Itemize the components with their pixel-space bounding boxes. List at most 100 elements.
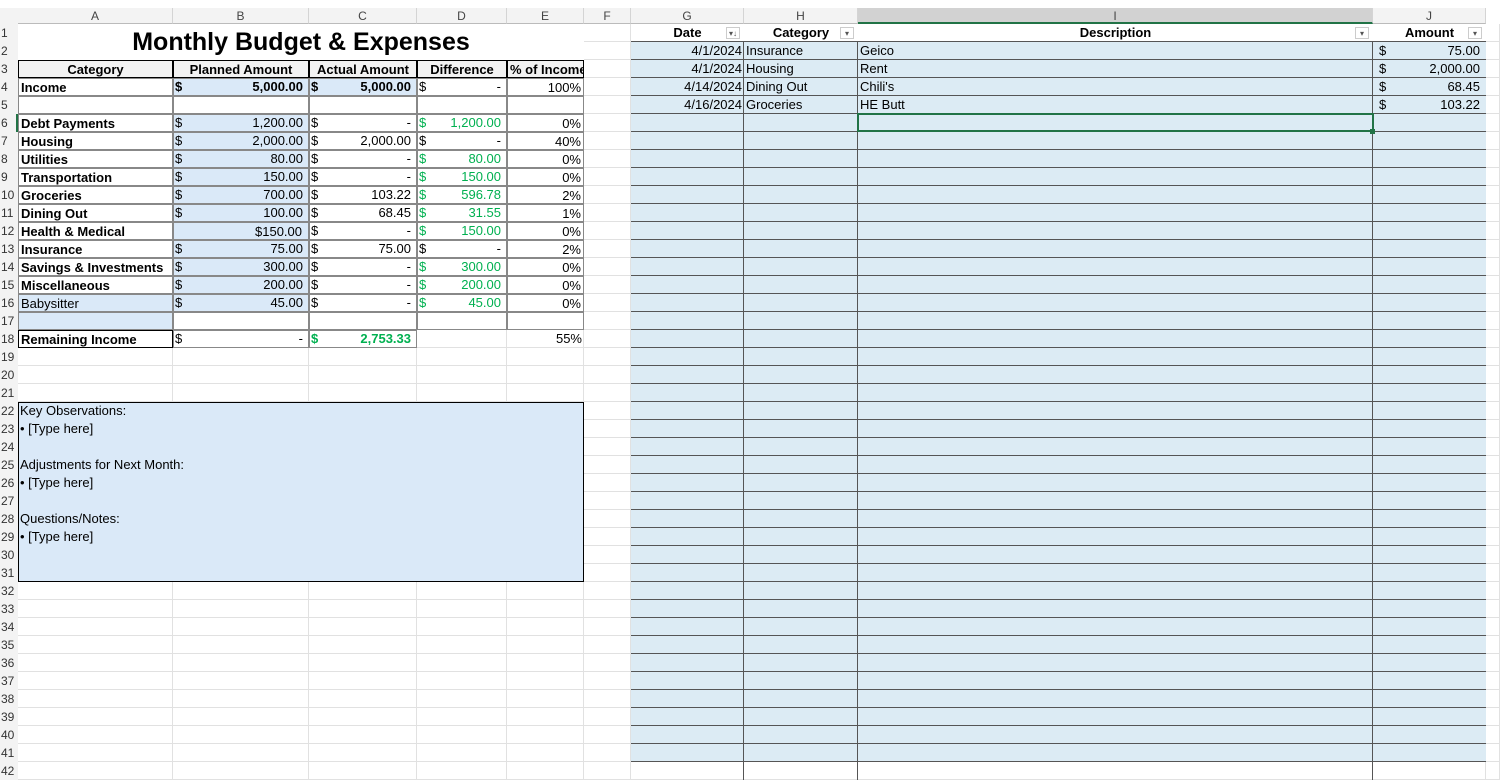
planned-amount[interactable]: 75.00 bbox=[193, 240, 309, 258]
difference-currency[interactable]: $ bbox=[417, 258, 437, 276]
row-header[interactable]: 25 bbox=[0, 456, 18, 474]
actual-amount-currency[interactable]: $ bbox=[309, 114, 329, 132]
notes-line[interactable]: • [Type here] bbox=[18, 420, 584, 438]
column-header-j[interactable]: J bbox=[1373, 8, 1486, 24]
category-label[interactable]: Debt Payments bbox=[18, 114, 173, 132]
row-header[interactable]: 16 bbox=[0, 294, 18, 312]
income-difference-currency[interactable]: $ bbox=[417, 78, 437, 96]
expense-category[interactable]: Insurance bbox=[744, 42, 858, 60]
row-header[interactable]: 24 bbox=[0, 438, 18, 456]
expense-category[interactable]: Housing bbox=[744, 60, 858, 78]
expense-date[interactable]: 4/1/2024 bbox=[631, 60, 744, 78]
budget-header-2[interactable]: Actual Amount bbox=[309, 60, 417, 78]
expense-currency[interactable]: $ bbox=[1373, 42, 1393, 60]
filter-dropdown-icon[interactable]: ▾ bbox=[840, 27, 854, 39]
actual-amount-currency[interactable]: $ bbox=[309, 276, 329, 294]
difference-currency[interactable]: $ bbox=[417, 186, 437, 204]
row-header[interactable]: 19 bbox=[0, 348, 18, 366]
actual-amount[interactable]: - bbox=[329, 150, 417, 168]
actual-amount[interactable]: - bbox=[329, 294, 417, 312]
actual-amount[interactable]: 68.45 bbox=[329, 204, 417, 222]
row-header[interactable]: 27 bbox=[0, 492, 18, 510]
planned-amount-currency[interactable]: $ bbox=[173, 276, 193, 294]
row-header[interactable]: 15 bbox=[0, 276, 18, 294]
income-percent[interactable]: 100% bbox=[507, 78, 584, 96]
category-label[interactable]: Utilities bbox=[18, 150, 173, 168]
planned-amount-currency[interactable]: $ bbox=[173, 240, 193, 258]
filter-dropdown-icon[interactable]: ▾ bbox=[1355, 27, 1369, 39]
planned-amount[interactable]: 200.00 bbox=[193, 276, 309, 294]
row-header[interactable]: 40 bbox=[0, 726, 18, 744]
column-header-d[interactable]: D bbox=[417, 8, 507, 24]
empty-cell[interactable] bbox=[507, 96, 584, 114]
planned-amount[interactable]: 150.00 bbox=[193, 168, 309, 186]
row-header[interactable]: 14 bbox=[0, 258, 18, 276]
row-header[interactable]: 9 bbox=[0, 168, 18, 186]
actual-amount-currency[interactable]: $ bbox=[309, 258, 329, 276]
remaining-planned[interactable]: - bbox=[193, 330, 309, 348]
expense-amount[interactable]: 75.00 bbox=[1393, 42, 1486, 60]
difference-currency[interactable]: $ bbox=[417, 132, 437, 150]
row-header[interactable]: 35 bbox=[0, 636, 18, 654]
income-planned-currency[interactable]: $ bbox=[173, 78, 193, 96]
expense-description[interactable]: Chili's bbox=[858, 78, 1373, 96]
expense-description[interactable]: HE Butt bbox=[858, 96, 1373, 114]
expense-category[interactable]: Dining Out bbox=[744, 78, 858, 96]
percent-of-income[interactable]: 1% bbox=[507, 204, 584, 222]
difference-currency[interactable]: $ bbox=[417, 114, 437, 132]
percent-of-income[interactable]: 2% bbox=[507, 240, 584, 258]
difference-currency[interactable]: $ bbox=[417, 204, 437, 222]
row-header[interactable]: 32 bbox=[0, 582, 18, 600]
row-header[interactable]: 39 bbox=[0, 708, 18, 726]
planned-amount[interactable]: 700.00 bbox=[193, 186, 309, 204]
percent-of-income[interactable]: 0% bbox=[507, 222, 584, 240]
expense-date[interactable]: 4/14/2024 bbox=[631, 78, 744, 96]
difference-currency[interactable]: $ bbox=[417, 240, 437, 258]
difference-currency[interactable]: $ bbox=[417, 294, 437, 312]
column-header-e[interactable]: E bbox=[507, 8, 584, 24]
column-header-i[interactable]: I bbox=[858, 8, 1373, 24]
planned-amount[interactable]: 80.00 bbox=[193, 150, 309, 168]
actual-amount[interactable]: 75.00 bbox=[329, 240, 417, 258]
category-label[interactable]: Transportation bbox=[18, 168, 173, 186]
column-header-c[interactable]: C bbox=[309, 8, 417, 24]
row-header[interactable]: 17 bbox=[0, 312, 18, 330]
column-header-f[interactable]: F bbox=[584, 8, 631, 24]
row-header[interactable]: 18 bbox=[0, 330, 18, 348]
planned-amount-currency[interactable]: $ bbox=[173, 150, 193, 168]
category-label[interactable]: Housing bbox=[18, 132, 173, 150]
planned-amount-currency[interactable]: $ bbox=[173, 294, 193, 312]
difference[interactable]: 200.00 bbox=[437, 276, 507, 294]
remaining-income-label[interactable]: Remaining Income bbox=[18, 330, 173, 348]
notes-line[interactable]: Questions/Notes: bbox=[18, 510, 584, 528]
actual-amount[interactable]: - bbox=[329, 168, 417, 186]
actual-amount[interactable]: - bbox=[329, 114, 417, 132]
percent-of-income[interactable]: 0% bbox=[507, 114, 584, 132]
planned-amount-currency[interactable]: $ bbox=[173, 114, 193, 132]
row-header[interactable]: 36 bbox=[0, 654, 18, 672]
row-header[interactable]: 2 bbox=[0, 42, 18, 60]
actual-amount-currency[interactable]: $ bbox=[309, 204, 329, 222]
difference[interactable]: - bbox=[437, 240, 507, 258]
select-all-corner[interactable] bbox=[0, 8, 18, 24]
planned-amount[interactable]: 45.00 bbox=[193, 294, 309, 312]
expense-description[interactable]: Geico bbox=[858, 42, 1373, 60]
sort-filter-icon[interactable]: ▾↓ bbox=[726, 27, 740, 39]
percent-of-income[interactable]: 0% bbox=[507, 258, 584, 276]
percent-of-income[interactable]: 0% bbox=[507, 294, 584, 312]
column-header-b[interactable]: B bbox=[173, 8, 309, 24]
difference[interactable]: 45.00 bbox=[437, 294, 507, 312]
category-label[interactable]: Health & Medical bbox=[18, 222, 173, 240]
category-label[interactable]: Insurance bbox=[18, 240, 173, 258]
empty-cell[interactable] bbox=[309, 312, 417, 330]
notes-line[interactable]: • [Type here] bbox=[18, 528, 584, 546]
percent-of-income[interactable]: 40% bbox=[507, 132, 584, 150]
expense-amount[interactable]: 2,000.00 bbox=[1393, 60, 1486, 78]
expense-description[interactable]: Rent bbox=[858, 60, 1373, 78]
remaining-percent[interactable]: 55% bbox=[507, 330, 584, 348]
planned-amount[interactable]: 1,200.00 bbox=[193, 114, 309, 132]
row-header[interactable]: 6 bbox=[0, 114, 18, 132]
percent-of-income[interactable]: 0% bbox=[507, 276, 584, 294]
row-header[interactable]: 28 bbox=[0, 510, 18, 528]
difference[interactable]: 1,200.00 bbox=[437, 114, 507, 132]
